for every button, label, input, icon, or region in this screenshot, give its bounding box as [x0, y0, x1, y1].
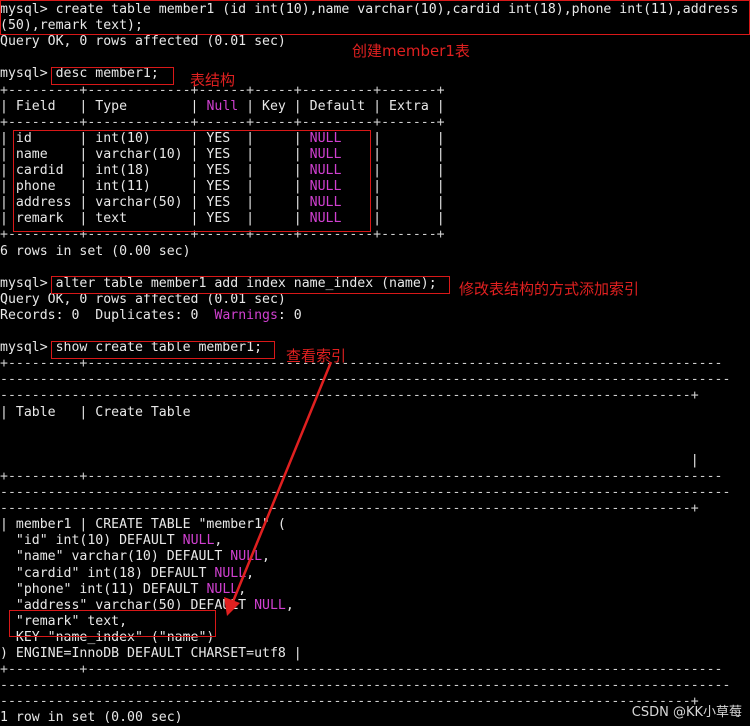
terminal-line: ) ENGINE=InnoDB DEFAULT CHARSET=utf8 | — [0, 646, 302, 661]
terminal-line: 1 row in set (0.00 sec) — [0, 710, 183, 726]
terminal-line: "phone" int(11) DEFAULT NULL, — [0, 581, 247, 597]
terminal-line: | Table | Create Table — [0, 404, 191, 420]
terminal-line: +---------+-----------------------------… — [0, 662, 723, 678]
highlighted-keyword: NULL — [309, 195, 342, 211]
desc-note: 表结构 — [190, 71, 236, 89]
terminal-line: | phone | int(11) | YES | | NULL | | — [0, 179, 445, 195]
highlighted-keyword: NULL — [230, 549, 263, 565]
terminal-line: ----------------------------------------… — [0, 485, 731, 500]
csdn-watermark: CSDN @KK小草莓 — [631, 705, 742, 720]
terminal-line: ----------------------------------------… — [0, 372, 731, 388]
terminal-line: Query OK, 0 rows affected (0.01 sec) — [0, 291, 286, 307]
terminal-line: +---------+-------------+------+-----+--… — [0, 227, 445, 243]
terminal-line: | cardid | int(18) | YES | | NULL | | — [0, 163, 445, 178]
terminal-line: ----------------------------------------… — [0, 678, 731, 694]
terminal-line: | — [0, 452, 699, 468]
terminal-line: | address | varchar(50) | YES | | NULL |… — [0, 195, 445, 211]
terminal-line: ----------------------------------------… — [0, 388, 699, 404]
highlighted-keyword: Warnings — [214, 307, 278, 323]
terminal-line: "id" int(10) DEFAULT NULL, — [0, 533, 223, 549]
terminal-line: Records: 0 Duplicates: 0 Warnings: 0 — [0, 307, 302, 323]
terminal-line: mysql> alter table member1 add index nam… — [0, 275, 437, 291]
terminal-line: | remark | text | YES | | NULL | | — [0, 211, 445, 227]
highlighted-keyword: NULL — [309, 146, 342, 162]
highlighted-keyword: NULL — [182, 533, 215, 549]
terminal-line: (50),remark text); — [0, 18, 143, 34]
terminal-line: | member1 | CREATE TABLE "member1" ( — [0, 517, 286, 533]
terminal-line: mysql> desc member1; — [0, 66, 159, 82]
terminal-line: Query OK, 0 rows affected (0.01 sec) — [0, 34, 286, 50]
terminal-window[interactable]: mysql> create table member1 (id int(10),… — [0, 0, 750, 726]
terminal-line: "cardid" int(18) DEFAULT NULL, — [0, 565, 255, 581]
terminal-line: KEY "name_index" ("name") — [0, 629, 215, 645]
terminal-line: ----------------------------------------… — [0, 694, 699, 710]
alter-note: 修改表结构的方式添加索引 — [459, 280, 640, 298]
highlighted-keyword: NULL — [214, 565, 247, 581]
terminal-line: +---------+-------------+------+-----+--… — [0, 114, 445, 130]
terminal-line: mysql> create table member1 (id int(10),… — [0, 2, 739, 17]
terminal-line: mysql> show create table member1; — [0, 340, 263, 356]
highlighted-keyword: NULL — [309, 179, 342, 195]
terminal-line: "name" varchar(10) DEFAULT NULL, — [0, 549, 270, 565]
highlighted-keyword: NULL — [309, 130, 342, 146]
terminal-line: | name | varchar(10) | YES | | NULL | | — [0, 146, 445, 162]
highlighted-keyword: NULL — [206, 581, 239, 597]
highlighted-keyword: NULL — [309, 163, 342, 178]
highlighted-keyword: Null — [206, 98, 239, 114]
terminal-line: | Field | Type | Null | Key | Default | … — [0, 98, 445, 114]
highlighted-keyword: NULL — [254, 597, 286, 613]
terminal-line: 6 rows in set (0.00 sec) — [0, 243, 191, 259]
terminal-line: "address" varchar(50) DEFAULT NULL, — [0, 597, 294, 613]
create-note: 创建member1表 — [352, 42, 470, 60]
highlighted-keyword: NULL — [309, 211, 342, 227]
terminal-line: ----------------------------------------… — [0, 501, 699, 517]
terminal-line: +---------+-----------------------------… — [0, 356, 723, 372]
terminal-line: | id | int(10) | YES | | NULL | | — [0, 130, 445, 146]
show-note: 查看索引 — [286, 347, 347, 365]
terminal-line: +---------+-----------------------------… — [0, 468, 723, 484]
terminal-line: "remark" text, — [0, 613, 128, 629]
